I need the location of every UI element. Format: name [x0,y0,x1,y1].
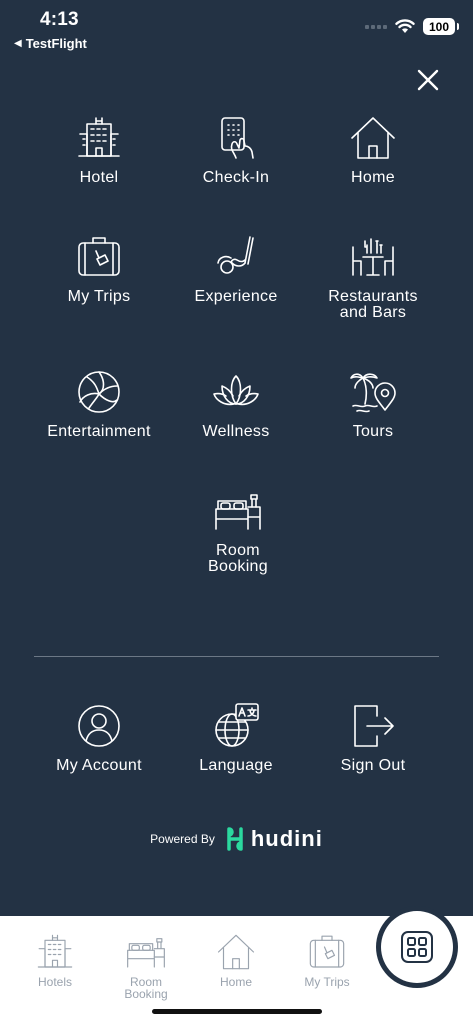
menu-item-restaurants[interactable]: Restaurants and Bars [298,233,448,321]
sign-out-icon [354,705,394,747]
phone-tap-icon [221,117,254,159]
menu-grid-button[interactable] [381,911,453,983]
hudini-logo: hudini [225,826,323,852]
nav-item-home[interactable]: Home [191,932,281,988]
nav-label-room-booking: Room Booking [124,975,168,1001]
close-icon[interactable] [412,64,444,96]
menu-item-experience[interactable]: Experience [161,233,311,305]
menu-label-language: Language [199,757,273,774]
golf-club-icon [217,236,254,274]
menu-item-entertainment[interactable]: Entertainment [24,368,174,440]
bed-icon [127,938,165,968]
user-icon [78,705,120,747]
menu-label-experience: Experience [194,288,278,305]
bed-icon [215,494,261,530]
menu-label-tours: Tours [352,423,394,440]
menu-item-check-in[interactable]: Check-In [161,114,311,186]
grid-menu-icon [401,931,433,963]
powered-by: Powered By hudini [0,826,473,852]
menu-label-home: Home [351,169,395,186]
globe-translate-icon [215,703,259,747]
menu-item-tours[interactable]: Tours [298,368,448,440]
menu-label-entertainment: Entertainment [47,423,151,440]
nav-label-hotels: Hotels [37,975,72,989]
menu-label-my-trips: My Trips [67,288,131,305]
menu-label-wellness: Wellness [202,423,270,440]
wifi-icon [395,19,415,33]
cellular-signal-icon [365,24,387,29]
back-to-app-link[interactable]: ◀ TestFlight [14,36,87,51]
status-time: 4:13 [40,9,79,30]
status-indicators: 100 [365,18,459,35]
menu-item-my-account[interactable]: My Account [24,702,174,774]
battery-indicator: 100 [423,18,459,35]
menu-item-my-trips[interactable]: My Trips [24,233,174,305]
house-icon [217,934,255,970]
menu-item-wellness[interactable]: Wellness [161,368,311,440]
menu-fab-ring [376,906,458,988]
home-indicator [152,1009,322,1014]
hudini-mark-icon [227,827,243,851]
nav-item-hotels[interactable]: Hotels [10,932,100,988]
lotus-icon [213,375,259,406]
menu-label-restaurants: Restaurants and Bars [328,288,418,321]
section-divider [34,656,439,657]
volleyball-icon [78,371,120,413]
menu-item-hotel[interactable]: Hotel [24,114,174,186]
back-app-label: TestFlight [25,36,87,51]
nav-label-my-trips: My Trips [304,975,350,989]
suitcase-icon [309,935,345,968]
menu-item-language[interactable]: Language [161,702,311,774]
status-bar: 4:13 ◀ TestFlight 100 [0,0,473,56]
menu-label-sign-out: Sign Out [340,757,406,774]
nav-label-home: Home [219,975,252,989]
suitcase-icon [78,237,120,276]
menu-label-hotel: Hotel [79,169,119,186]
menu-label-room-booking: Room Booking [208,542,268,575]
back-triangle-icon: ◀ [14,38,22,49]
menu-label-check-in: Check-In [202,169,270,186]
nav-item-room-booking[interactable]: Room Booking [101,932,191,1000]
house-icon [351,117,395,159]
brand-name: hudini [250,826,323,851]
hotel-building-icon [37,934,73,968]
menu-item-sign-out[interactable]: Sign Out [298,702,448,774]
menu-label-my-account: My Account [56,757,142,774]
hotel-building-icon [78,117,120,157]
nav-item-my-trips[interactable]: My Trips [282,932,372,988]
powered-by-label: Powered By [150,832,215,846]
dining-table-icon [352,238,394,276]
menu-item-room-booking[interactable]: Room Booking [163,487,313,575]
palm-pin-icon [350,373,396,413]
menu-item-home[interactable]: Home [298,114,448,186]
